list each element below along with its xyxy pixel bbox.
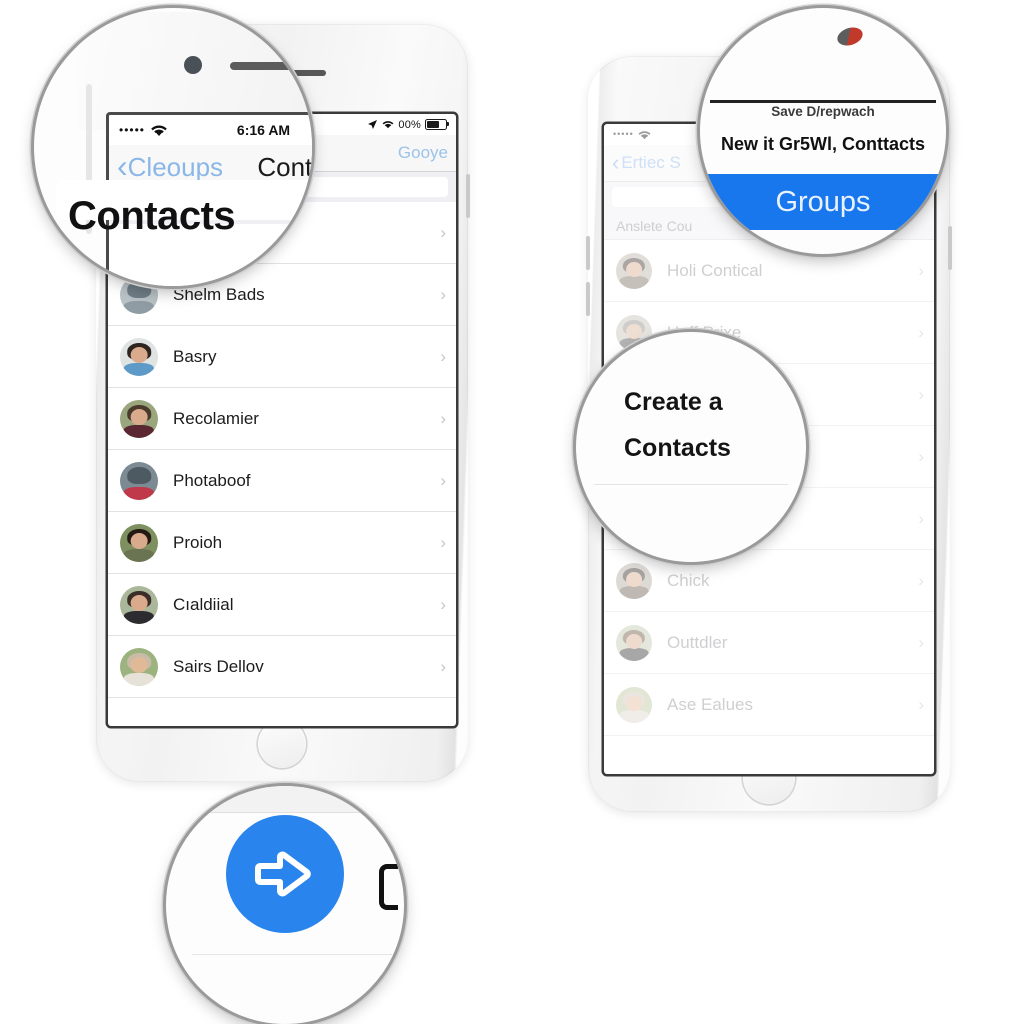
- create-label-line-1: Create a: [624, 388, 723, 416]
- volume-down-button[interactable]: [586, 282, 590, 316]
- magnifier-share-button: Sh: [166, 786, 404, 1024]
- wifi-icon: [382, 121, 394, 129]
- magnifier-content: ••••• 6:16 AM ‹ Cleoups Conta: [34, 8, 312, 286]
- magnifier-content: Sh: [166, 786, 404, 1024]
- contact-name: Photaboof: [173, 470, 251, 490]
- contact-name: Cıaldiial: [173, 594, 234, 614]
- avatar: [616, 686, 652, 723]
- groups-menu-item-selected[interactable]: Groups: [700, 174, 946, 230]
- home-button[interactable]: [258, 720, 306, 768]
- menu-divider: [710, 100, 936, 103]
- battery-icon: [425, 118, 449, 131]
- magnified-status-bar: ••••• 6:16 AM: [109, 115, 312, 145]
- back-button-label: Cleoups: [127, 151, 224, 182]
- chevron-right-icon: ›: [440, 594, 446, 614]
- front-camera-icon: [184, 56, 202, 74]
- list-item[interactable]: Cıaldiial ›: [108, 574, 456, 636]
- chevron-right-icon: ›: [918, 322, 924, 342]
- list-divider: [192, 954, 392, 955]
- power-button-magnified[interactable]: [379, 864, 398, 910]
- contact-name: Proioh: [173, 532, 223, 552]
- screenshot-stage: ••••• 6:16 AM: [0, 0, 1024, 1024]
- chevron-right-icon: ›: [918, 260, 924, 280]
- contact-name: Holi Contical: [667, 260, 763, 280]
- notification-dot-icon: [835, 24, 865, 49]
- contact-name: Basry: [173, 346, 217, 366]
- magnified-contacts-heading: Contacts: [68, 194, 236, 238]
- magnified-list-top-edge: [166, 786, 404, 813]
- volume-up-button[interactable]: [586, 236, 590, 270]
- avatar: [120, 337, 158, 376]
- chevron-right-icon: ›: [918, 446, 924, 466]
- avatar: [120, 647, 158, 686]
- chevron-right-icon: ›: [440, 408, 446, 428]
- contact-name: Ase Ealues: [667, 694, 753, 714]
- cut-off-label: Sh: [208, 1016, 267, 1024]
- chevron-left-icon: ‹: [612, 150, 620, 175]
- avatar: [120, 523, 158, 562]
- back-button[interactable]: ‹ Cleoups: [117, 148, 224, 185]
- avatar: [120, 461, 158, 500]
- chevron-right-icon: ›: [440, 346, 446, 366]
- menu-item-label-2[interactable]: New it Gr5Wl, Conttacts: [700, 134, 946, 155]
- magnifier-create-contact: Create a Contacts: [576, 332, 806, 562]
- chevron-right-icon: ›: [918, 570, 924, 590]
- magnifier-content: Save D/repwach New it Gr5Wl, Conttacts G…: [700, 8, 946, 254]
- chevron-right-icon: ›: [440, 532, 446, 552]
- list-item[interactable]: Basry ›: [108, 326, 456, 388]
- account-button[interactable]: Gooye: [398, 143, 448, 163]
- power-button[interactable]: [466, 174, 470, 218]
- wifi-icon: [638, 130, 651, 139]
- back-button-label: Ertiec S: [621, 153, 681, 172]
- avatar: [616, 624, 652, 661]
- chevron-right-icon: ›: [918, 632, 924, 652]
- chevron-right-icon: ›: [440, 656, 446, 676]
- magnifier-groups-menu: Save D/repwach New it Gr5Wl, Conttacts G…: [700, 8, 946, 254]
- list-item[interactable]: Sairs Dellov ›: [108, 636, 456, 698]
- contact-name: Sairs Dellov: [173, 656, 264, 676]
- share-button[interactable]: [226, 815, 344, 933]
- magnifier-content: Create a Contacts: [576, 332, 806, 562]
- chevron-right-icon: ›: [918, 508, 924, 528]
- chevron-left-icon: ‹: [117, 148, 128, 185]
- contact-name: Outtdler: [667, 632, 728, 652]
- contact-name: Recolamier: [173, 408, 259, 428]
- list-divider: [594, 484, 788, 485]
- menu-item-label-1[interactable]: Save D/repwach: [700, 104, 946, 119]
- back-button[interactable]: ‹ Ertiec S: [612, 152, 681, 174]
- chevron-right-icon: ›: [918, 694, 924, 714]
- list-item[interactable]: Ase Ealues ›: [604, 674, 934, 736]
- avatar: [120, 399, 158, 438]
- avatar: [616, 252, 652, 289]
- power-button[interactable]: [948, 226, 952, 270]
- earpiece-speaker: [230, 62, 312, 70]
- status-right-group: 00%: [367, 118, 449, 131]
- create-label-line-2: Contacts: [624, 434, 731, 462]
- wifi-icon: [151, 125, 167, 136]
- contact-name: Shelm Bads: [173, 284, 265, 304]
- battery-percent: 00%: [398, 118, 421, 131]
- page-title: Conta: [257, 151, 312, 182]
- list-item[interactable]: Photaboof ›: [108, 450, 456, 512]
- chevron-right-icon: ›: [440, 284, 446, 304]
- list-item[interactable]: Outtdler ›: [604, 612, 934, 674]
- magnifier-top-left: ••••• 6:16 AM ‹ Cleoups Conta: [34, 8, 312, 286]
- signal-dots: •••••: [613, 129, 634, 139]
- list-item[interactable]: Recolamier ›: [108, 388, 456, 450]
- list-item[interactable]: Proioh ›: [108, 512, 456, 574]
- status-time: 6:16 AM: [236, 122, 291, 138]
- signal-dots: •••••: [119, 123, 146, 137]
- chevron-right-icon: ›: [918, 384, 924, 404]
- location-arrow-icon: [368, 120, 378, 129]
- contact-name: Chick: [667, 570, 710, 590]
- status-signal-group: •••••: [613, 130, 651, 140]
- chevron-right-icon: ›: [440, 470, 446, 490]
- avatar: [120, 585, 158, 624]
- share-arrow-icon: [255, 851, 311, 897]
- chevron-right-icon: ›: [440, 222, 446, 242]
- avatar: [616, 562, 652, 599]
- groups-label: Groups: [775, 185, 871, 218]
